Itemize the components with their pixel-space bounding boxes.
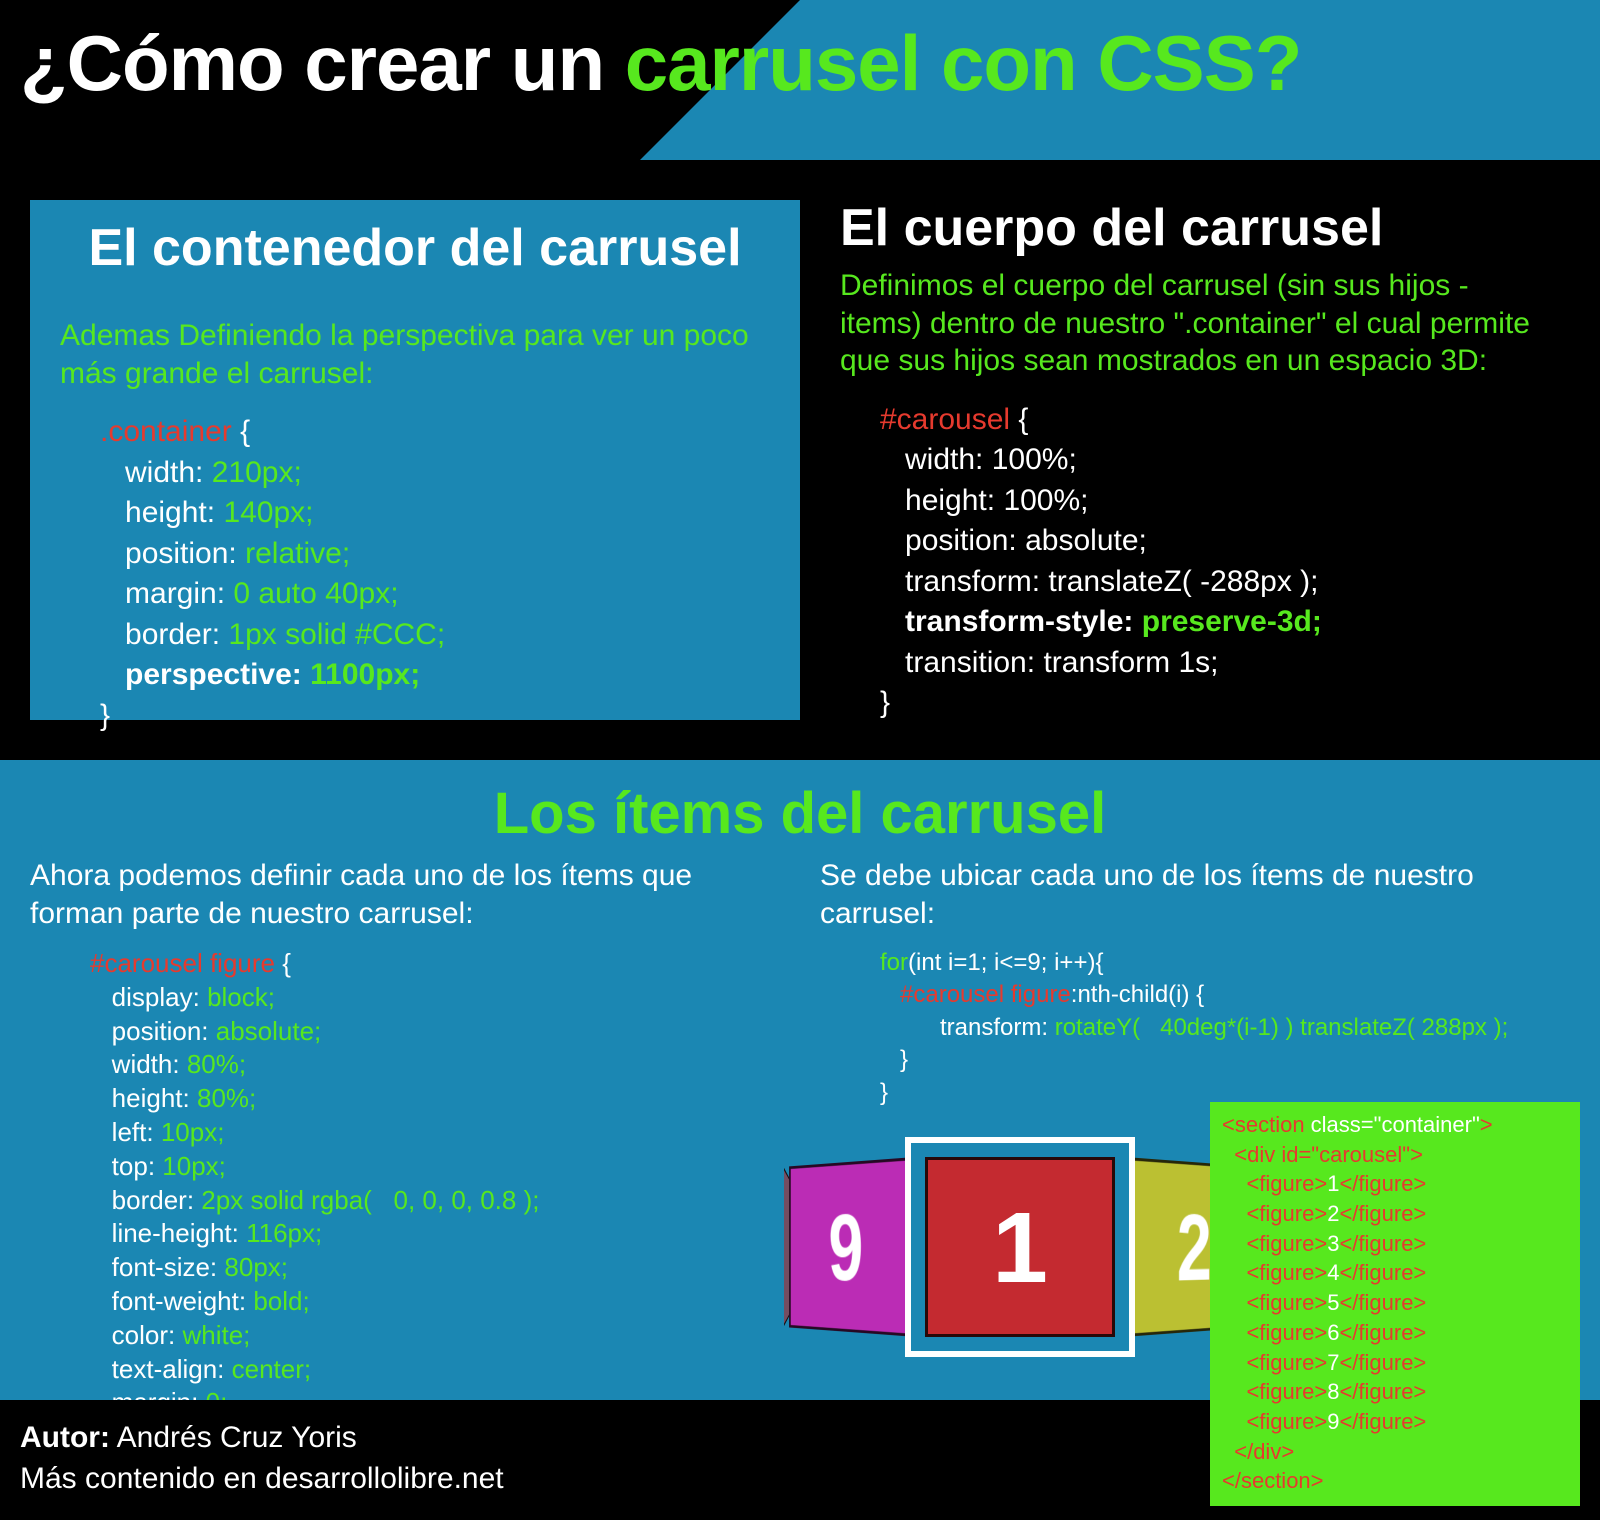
items-right-desc: Se debe ubicar cada uno de los ítems de … <box>820 857 1570 932</box>
title-prefix: ¿Cómo crear un <box>20 19 625 107</box>
code-loop: for(int i=1; i<=9; i++){ #carousel figur… <box>820 947 1570 1109</box>
section-items-title: Los ítems del carrusel <box>30 780 1570 847</box>
author-label: Autor: <box>20 1421 110 1454</box>
code-figure: #carousel figure { display: block; posit… <box>30 947 780 1454</box>
title-accent: carrusel con CSS? <box>625 19 1302 107</box>
code-body: #carousel { width: 100%; height: 100%; p… <box>840 400 1550 724</box>
panel-body: El cuerpo del carrusel Definimos el cuer… <box>820 200 1570 720</box>
carousel-front-frame <box>905 1137 1135 1357</box>
header: ¿Cómo crear un carrusel con CSS? <box>0 0 1600 160</box>
items-right-col: Se debe ubicar cada uno de los ítems de … <box>820 857 1570 1454</box>
panel-body-desc: Definimos el cuerpo del carrusel (sin su… <box>840 267 1550 380</box>
panel-container-title: El contenedor del carrusel <box>60 220 770 277</box>
section-top: El contenedor del carrusel Ademas Defini… <box>10 170 1590 740</box>
carousel-slide-9: 9 <box>789 1158 908 1337</box>
panel-container-desc: Ademas Definiendo la perspectiva para ve… <box>60 317 770 392</box>
items-left-desc: Ahora podemos definir cada uno de los ít… <box>30 857 780 932</box>
page-title: ¿Cómo crear un carrusel con CSS? <box>20 18 1580 109</box>
panel-body-title: El cuerpo del carrusel <box>840 200 1550 257</box>
html-snippet-box: <section class="container"> <div id="car… <box>1210 1102 1580 1506</box>
items-left-col: Ahora podemos definir cada uno de los ít… <box>30 857 780 1454</box>
section-items: Los ítems del carrusel Ahora podemos def… <box>0 760 1600 1400</box>
author-name: Andrés Cruz Yoris <box>110 1421 357 1454</box>
code-container: .container { width: 210px; height: 140px… <box>60 412 770 736</box>
panel-container: El contenedor del carrusel Ademas Defini… <box>30 200 800 720</box>
